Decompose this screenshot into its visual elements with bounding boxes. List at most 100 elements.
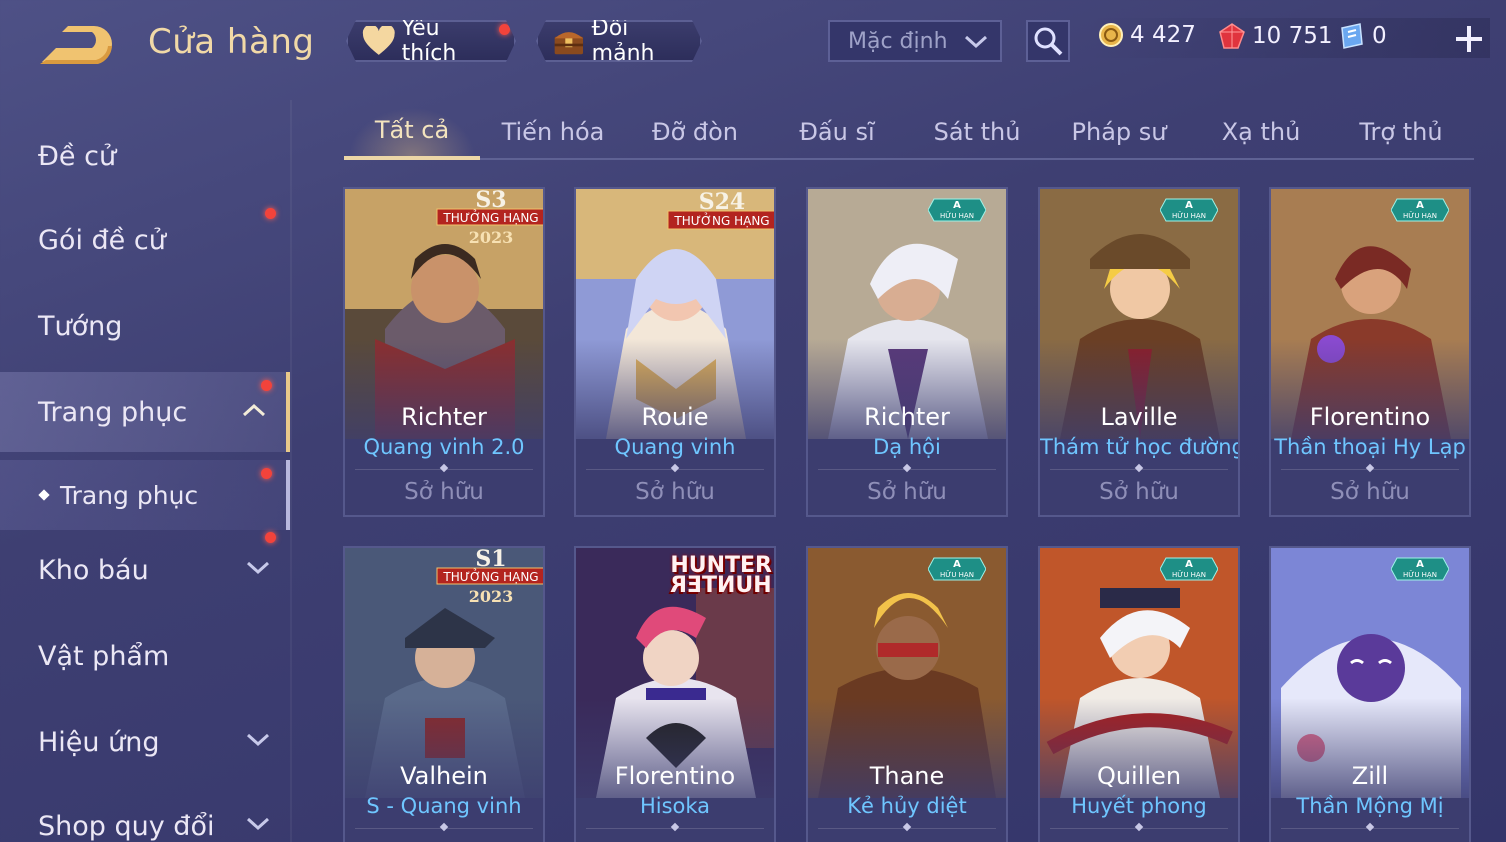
- year-text: 2023: [469, 228, 514, 247]
- sidebar-item-effects[interactable]: Hiệu ứng: [0, 702, 290, 782]
- skin-name: Quang vinh: [614, 435, 736, 459]
- limited-text: HỮU HẠN: [1172, 211, 1206, 220]
- skin-card[interactable]: A HỮU HẠN Thane Kẻ hủy diệt: [806, 546, 1008, 842]
- limited-text: HỮU HẠN: [940, 211, 974, 220]
- hero-name: Valhein: [400, 762, 488, 790]
- sidebar-item-items[interactable]: Vật phẩm: [0, 616, 290, 696]
- page-title: Cửa hàng: [148, 22, 315, 62]
- season-text: S3: [475, 189, 506, 213]
- skin-card[interactable]: A HỮU HẠN Richter Dạ hội Sở hữu: [806, 187, 1008, 517]
- limited-a-text: A: [1185, 200, 1193, 211]
- skin-name: Quang vinh 2.0: [363, 435, 525, 459]
- rank-reward-badge: S1 THƯỞNG HẠNG 2023: [436, 548, 543, 606]
- tab-label: Xạ thủ: [1221, 118, 1301, 146]
- gold-balance: 4 427: [1098, 22, 1196, 48]
- sidebar-item-label: Đề cử: [38, 140, 117, 172]
- sidebar: Đề cử Gói đề cử Tướng Trang phục Trang p…: [0, 100, 292, 842]
- limited-badge: A HỮU HẠN: [928, 198, 986, 222]
- tab-evolution[interactable]: Tiến hóa: [484, 104, 622, 160]
- notification-dot: [261, 468, 272, 479]
- favorites-button[interactable]: Yêu thích: [346, 20, 516, 62]
- sidebar-item-label: Hiệu ứng: [38, 726, 160, 758]
- rank-reward-badge: S3 THƯỞNG HẠNG 2023: [436, 189, 543, 247]
- voucher-balance: 0: [1338, 22, 1387, 50]
- shard-exchange-button[interactable]: Đổi mảnh: [536, 20, 702, 62]
- limited-a-text: A: [1416, 200, 1424, 211]
- chevron-down-icon: [246, 733, 270, 747]
- limited-a-text: A: [953, 200, 961, 211]
- sidebar-item-skins[interactable]: Trang phục: [0, 372, 290, 452]
- chevron-down-icon: [246, 817, 270, 831]
- gold-value: 4 427: [1130, 22, 1196, 48]
- divider: [1050, 469, 1228, 470]
- sidebar-item-treasure[interactable]: Kho báu: [0, 530, 290, 610]
- rank-reward-text: THƯỞNG HẠNG: [442, 209, 538, 225]
- tab-assassin[interactable]: Sát thủ: [908, 104, 1046, 160]
- hero-name: Zill: [1351, 762, 1389, 790]
- chevron-down-icon: [964, 35, 988, 49]
- sidebar-item-heroes[interactable]: Tướng: [0, 286, 290, 366]
- owned-status: Sở hữu: [1330, 479, 1410, 505]
- notification-dot: [265, 208, 276, 219]
- skin-card[interactable]: S3 THƯỞNG HẠNG 2023 Richter Quang vinh 2…: [343, 187, 545, 517]
- tab-tank[interactable]: Đỡ đòn: [626, 104, 764, 160]
- tab-label: Sát thủ: [933, 118, 1021, 146]
- divider: [1050, 828, 1228, 829]
- owned-status: Sở hữu: [867, 479, 947, 505]
- divider: [586, 469, 764, 470]
- search-icon: [1034, 27, 1063, 56]
- limited-text: HỮU HẠN: [940, 570, 974, 579]
- tab-support[interactable]: Trợ thủ: [1332, 104, 1470, 160]
- limited-badge: A HỮU HẠN: [1391, 198, 1449, 222]
- tab-all[interactable]: Tất cả: [344, 104, 480, 160]
- treasure-chest-icon: [552, 24, 586, 58]
- limited-text: HỮU HẠN: [1172, 570, 1206, 579]
- year-text: 2023: [469, 587, 514, 606]
- skin-card[interactable]: A HỮU HẠN Quillen Huyết phong: [1038, 546, 1240, 842]
- divider: [586, 828, 764, 829]
- skin-name: Thần thoại Hy Lạp: [1274, 435, 1466, 459]
- skin-card[interactable]: HUNTER HUNTER Florentino Hisoka: [574, 546, 776, 842]
- notification-dot: [261, 380, 272, 391]
- divider: [355, 469, 533, 470]
- sidebar-item-bundles[interactable]: Gói đề cử: [0, 200, 290, 280]
- skin-name: Thám tử học đường: [1040, 435, 1240, 459]
- limited-a-text: A: [953, 559, 961, 570]
- season-text: S24: [699, 189, 746, 215]
- tab-label: Đấu sĩ: [799, 118, 875, 146]
- tab-label: Pháp sư: [1071, 118, 1167, 146]
- back-icon[interactable]: [38, 26, 116, 66]
- skin-card[interactable]: A HỮU HẠN Zill Thần Mộng Mị: [1269, 546, 1471, 842]
- notification-dot: [265, 532, 276, 543]
- skin-card[interactable]: S24 THƯỞNG HẠNG Rouie Quang vinh Sở hữu: [574, 187, 776, 517]
- hero-name: Laville: [1100, 403, 1178, 431]
- limited-text: HỮU HẠN: [1403, 570, 1437, 579]
- skin-card[interactable]: A HỮU HẠN Laville Thám tử học đường Sở h…: [1038, 187, 1240, 517]
- sidebar-item-label: Vật phẩm: [38, 640, 170, 672]
- sidebar-subitem-skins[interactable]: Trang phục: [0, 460, 290, 530]
- add-currency-icon[interactable]: [1452, 22, 1486, 56]
- limited-a-text: A: [1185, 559, 1193, 570]
- sort-dropdown[interactable]: Mặc định: [828, 20, 1002, 62]
- hero-name: Florentino: [614, 762, 736, 790]
- chevron-down-icon: [246, 561, 270, 575]
- hunter-logo-mirror: HUNTER: [670, 573, 772, 598]
- tab-marksman[interactable]: Xạ thủ: [1192, 104, 1330, 160]
- divider: [818, 469, 996, 470]
- hero-name: Florentino: [1309, 403, 1431, 431]
- search-button[interactable]: [1026, 20, 1070, 62]
- gold-coin-icon: [1099, 23, 1123, 47]
- skin-name: Hisoka: [639, 794, 711, 818]
- limited-badge: A HỮU HẠN: [1160, 198, 1218, 222]
- skin-card[interactable]: S1 THƯỞNG HẠNG 2023 Valhein S - Quang vi…: [343, 546, 545, 842]
- tab-mage[interactable]: Pháp sư: [1050, 104, 1188, 160]
- heart-icon: [362, 26, 396, 56]
- tab-fighter[interactable]: Đấu sĩ: [768, 104, 906, 160]
- skin-name: Huyết phong: [1071, 794, 1207, 818]
- sidebar-item-exchange-shop[interactable]: Shop quy đổi: [0, 786, 290, 842]
- sidebar-item-featured[interactable]: Đề cử: [0, 116, 290, 196]
- voucher-icon: [1341, 23, 1363, 49]
- divider: [355, 828, 533, 829]
- sidebar-item-label: Kho báu: [38, 554, 149, 586]
- skin-card[interactable]: A HỮU HẠN Florentino Thần thoại Hy Lạp S…: [1269, 187, 1471, 517]
